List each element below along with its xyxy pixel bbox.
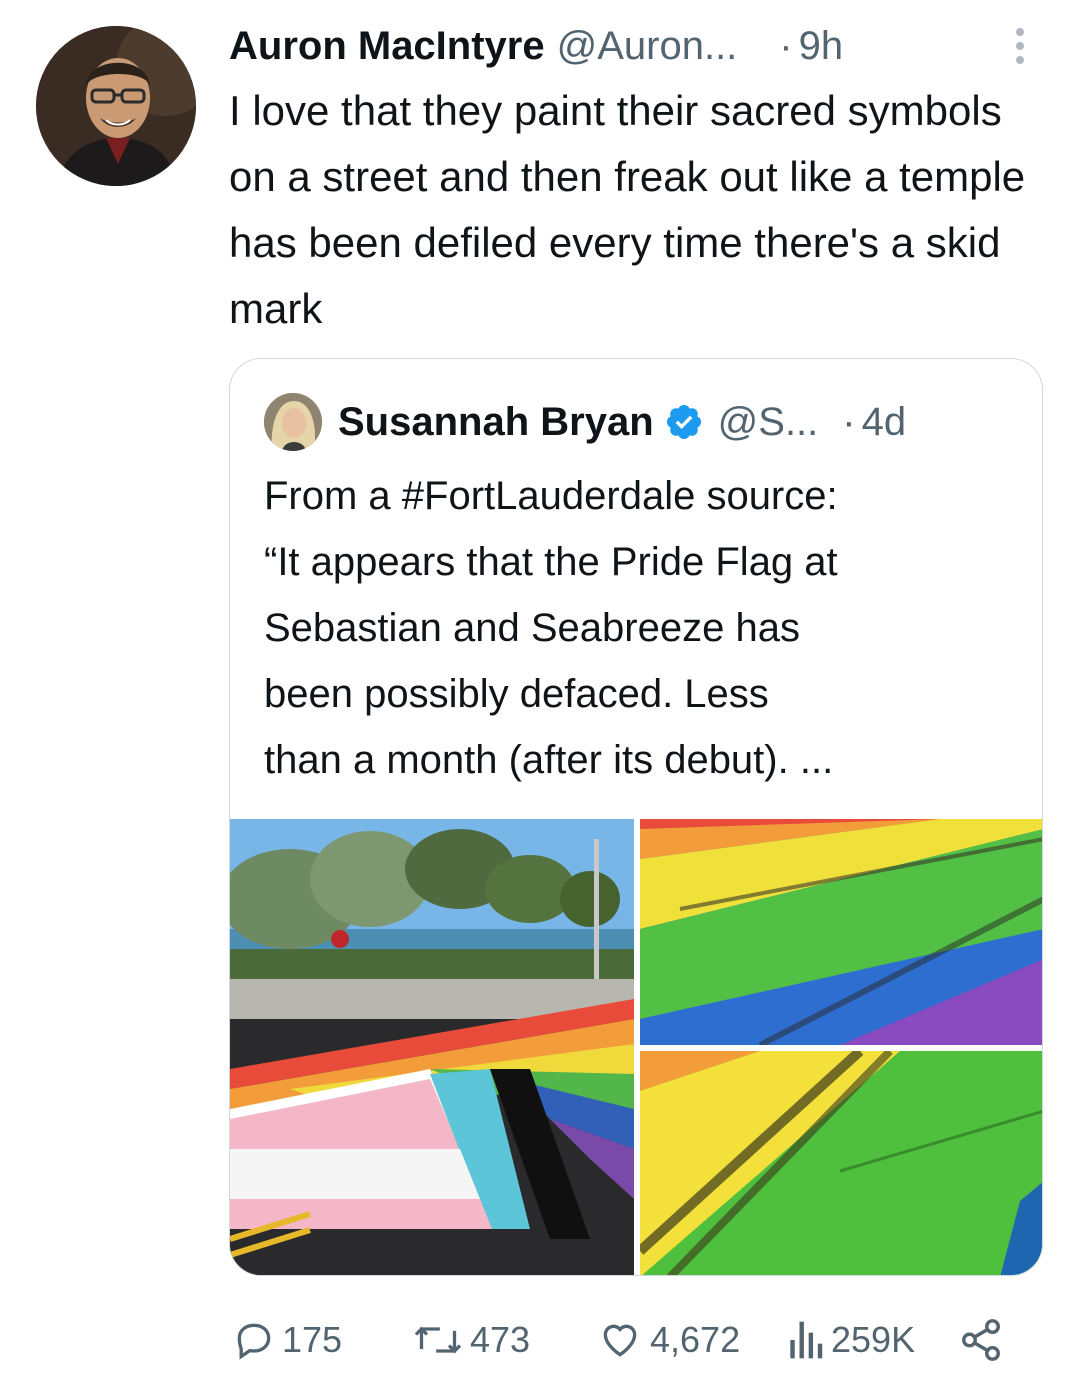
separator-dot: · xyxy=(779,23,793,68)
quoted-text-line: “It appears that the Pride Flag at xyxy=(264,540,838,584)
quoted-author-name[interactable]: Susannah Bryan xyxy=(338,400,654,445)
photo-street-crosswalk[interactable] xyxy=(230,819,634,1275)
retweet-count: 473 xyxy=(470,1319,531,1360)
tweet-text: I love that they paint their sacred symb… xyxy=(229,87,1026,332)
views-icon xyxy=(790,1321,823,1359)
quoted-text-line: Sebastian and Seabreeze has xyxy=(264,606,800,650)
like-action[interactable]: 4,672 xyxy=(596,1312,740,1368)
views-count: 259K xyxy=(831,1319,916,1360)
quoted-text-line: From a #FortLauderdale source: xyxy=(264,474,838,518)
avatar-image xyxy=(36,26,196,186)
more-vertical-icon[interactable] xyxy=(1008,24,1032,68)
tweet-header: Auron MacIntyre @Auron... · 9h xyxy=(229,20,1049,72)
author-handle[interactable]: @Auron... xyxy=(557,24,738,69)
reply-action[interactable]: 175 xyxy=(232,1312,342,1368)
heart-icon xyxy=(603,1324,637,1357)
quoted-text-line: been possibly defaced. Less xyxy=(264,672,769,716)
verified-badge-icon xyxy=(666,404,701,440)
photo-skid-mark-closeup[interactable] xyxy=(640,1051,1042,1275)
reply-icon xyxy=(237,1323,271,1360)
quoted-tweet-header: Susannah Bryan @S... · 4d xyxy=(338,393,1028,451)
quoted-avatar-image xyxy=(264,393,322,451)
retweet-action[interactable]: 473 xyxy=(412,1312,530,1368)
quoted-separator-dot: · xyxy=(842,399,856,444)
author-avatar[interactable] xyxy=(36,26,196,186)
tweet-time[interactable]: 9h xyxy=(799,24,844,69)
quoted-author-handle[interactable]: @S... xyxy=(718,400,819,445)
quoted-tweet-text: From a #FortLauderdale source: “It appea… xyxy=(264,463,1024,793)
like-count: 4,672 xyxy=(650,1319,741,1360)
share-icon xyxy=(962,1319,1000,1361)
quoted-tweet-time[interactable]: 4d xyxy=(862,400,907,445)
author-name[interactable]: Auron MacIntyre xyxy=(229,24,545,69)
reply-count: 175 xyxy=(282,1319,343,1360)
quoted-tweet-card[interactable]: Susannah Bryan @S... · 4d From a #FortLa… xyxy=(229,358,1043,1276)
share-action[interactable] xyxy=(958,1312,1004,1368)
views-action[interactable]: 259K xyxy=(785,1312,915,1368)
quoted-author-avatar[interactable] xyxy=(264,393,322,451)
quoted-text-line: than a month (after its debut). ... xyxy=(264,738,834,782)
photo-rainbow-closeup[interactable] xyxy=(640,819,1042,1045)
retweet-icon xyxy=(414,1326,462,1354)
